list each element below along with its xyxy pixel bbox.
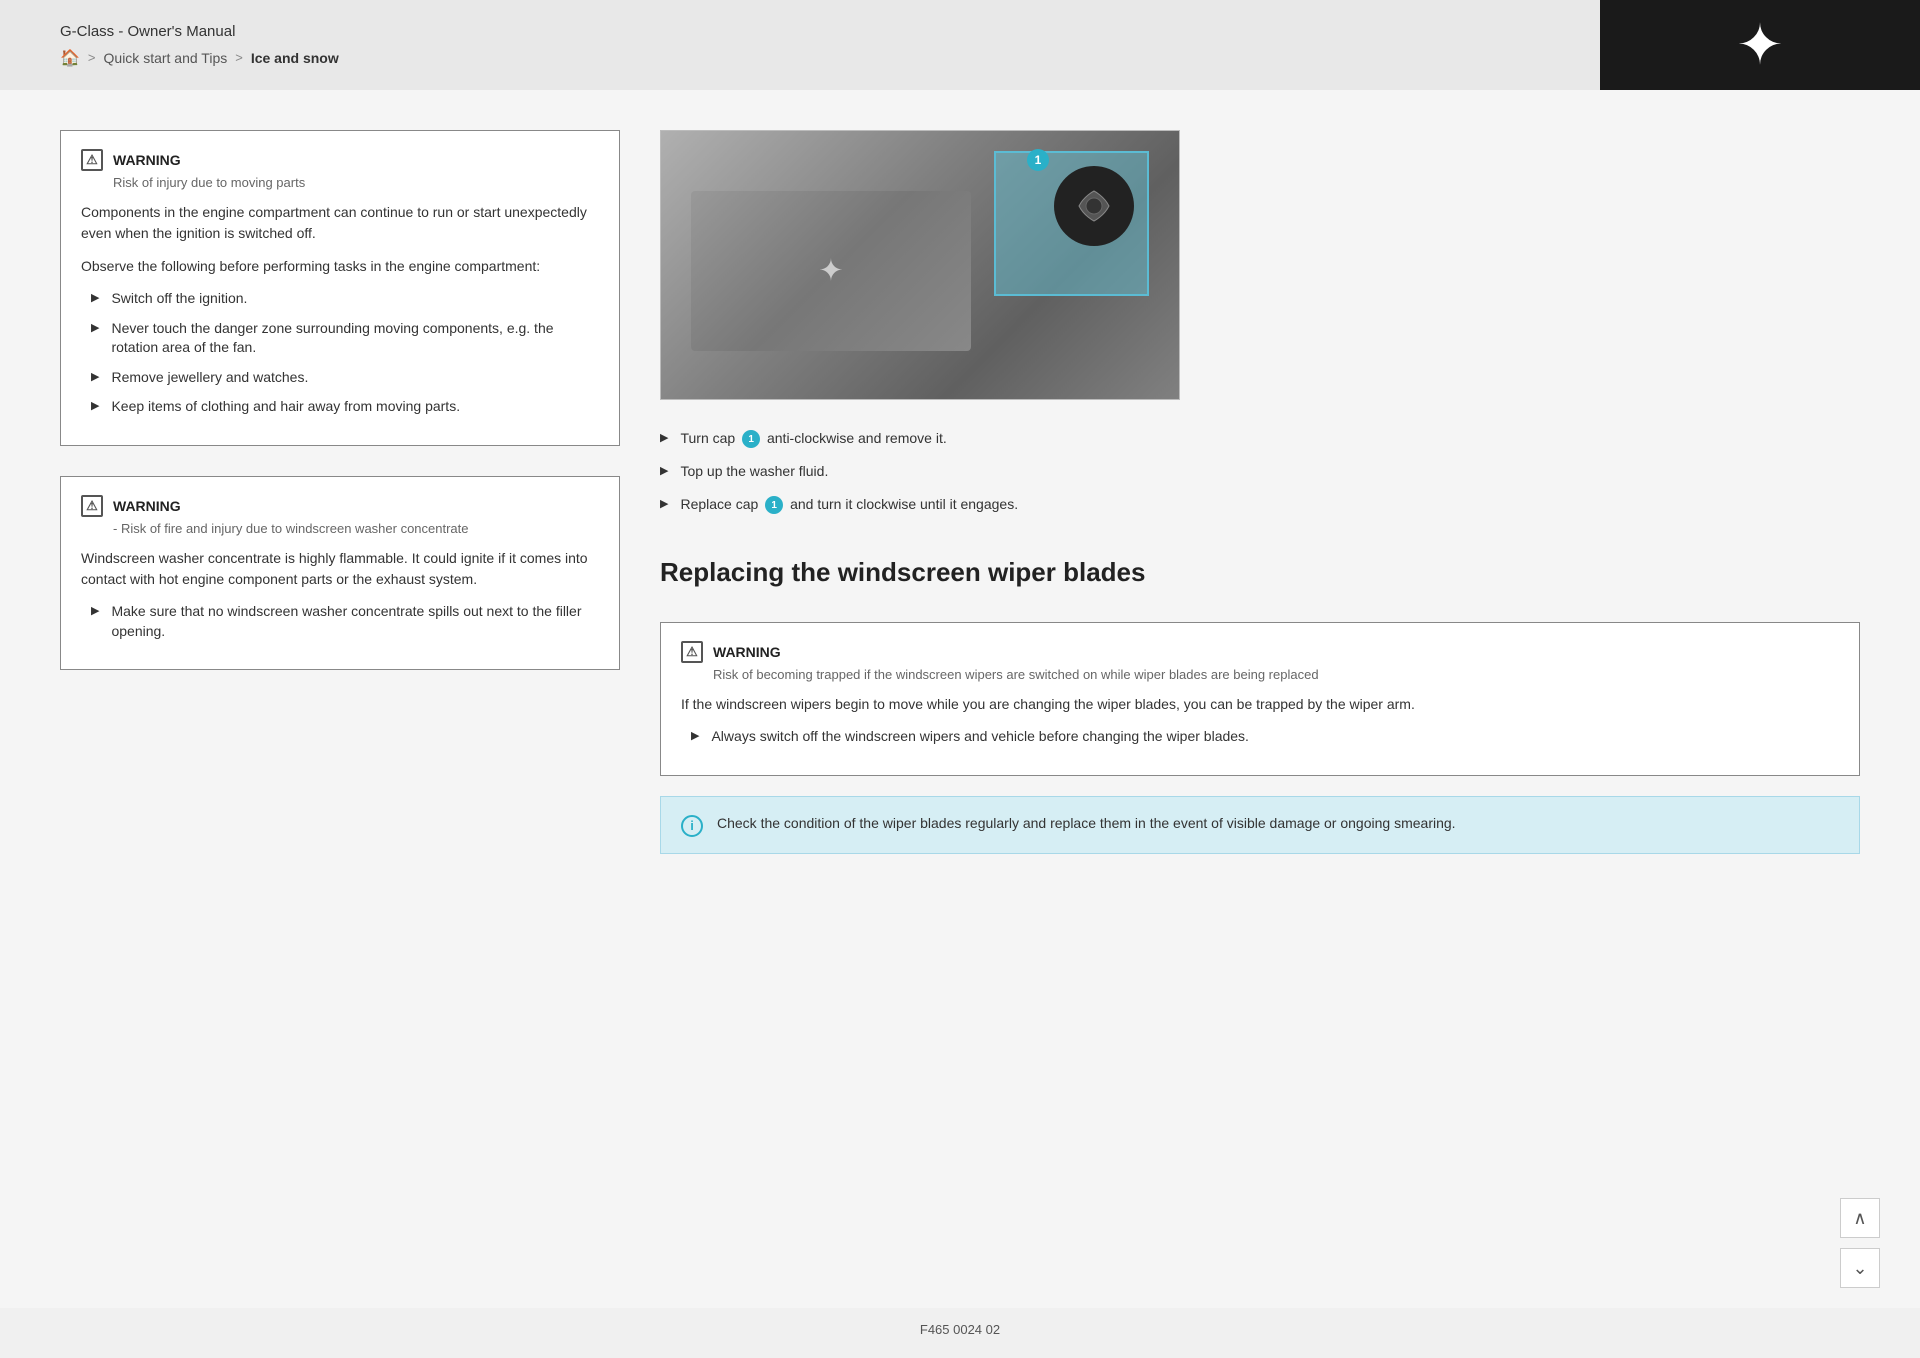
info-text: Check the condition of the wiper blades … xyxy=(717,813,1456,834)
left-column: ⚠ WARNING Risk of injury due to moving p… xyxy=(60,130,620,1268)
header-logo: ✦ xyxy=(1600,0,1920,90)
wiper-section-heading: Replacing the windscreen wiper blades xyxy=(660,557,1860,588)
list-item: ▶ Switch off the ignition. xyxy=(91,289,599,309)
engine-image: ✦ 1 xyxy=(660,130,1180,400)
cap-badge-1: 1 xyxy=(742,430,760,448)
footer-code: F465 0024 02 xyxy=(920,1322,1000,1337)
warning-icon-2: ⚠ xyxy=(81,495,103,517)
warning-header-2: ⚠ WARNING xyxy=(81,495,599,517)
info-box: i Check the condition of the wiper blade… xyxy=(660,796,1860,854)
breadcrumb-quick-start[interactable]: Quick start and Tips xyxy=(104,50,228,66)
manual-title: G-Class - Owner's Manual xyxy=(60,23,339,40)
wiper-warning-bullets: ▶ Always switch off the windscreen wiper… xyxy=(691,727,1839,747)
main-content: ⚠ WARNING Risk of injury due to moving p… xyxy=(0,90,1920,1308)
bullet-text: Switch off the ignition. xyxy=(111,289,247,309)
warning-title-1: WARNING xyxy=(113,152,181,168)
warning-box-2: ⚠ WARNING - Risk of fire and injury due … xyxy=(60,476,620,670)
list-item: ▶ Keep items of clothing and hair away f… xyxy=(91,397,599,417)
wiper-warning-body: If the windscreen wipers begin to move w… xyxy=(681,694,1839,715)
warning-bullets-1: ▶ Switch off the ignition. ▶ Never touch… xyxy=(91,289,599,417)
bullet-text: Remove jewellery and watches. xyxy=(111,368,308,388)
warning-subtitle-2: - Risk of fire and injury due to windscr… xyxy=(113,521,599,536)
list-item: ▶ Remove jewellery and watches. xyxy=(91,368,599,388)
engine-bg: ✦ 1 xyxy=(661,131,1179,399)
scroll-down-button[interactable]: ⌄ xyxy=(1840,1248,1880,1288)
bullet-arrow-icon: ▶ xyxy=(660,430,668,447)
bullet-arrow-icon: ▶ xyxy=(91,604,99,619)
step-item-2: ▶ Top up the washer fluid. xyxy=(660,461,1860,482)
wiper-warning-box: ⚠ WARNING Risk of becoming trapped if th… xyxy=(660,622,1860,776)
warning-header-1: ⚠ WARNING xyxy=(81,149,599,171)
bullet-text: Make sure that no windscreen washer conc… xyxy=(111,602,599,641)
list-item: ▶ Make sure that no windscreen washer co… xyxy=(91,602,599,641)
wiper-warning-title: WARNING xyxy=(713,644,781,660)
wiper-warning-header: ⚠ WARNING xyxy=(681,641,1839,663)
cap-circle xyxy=(1054,166,1134,246)
warning-subtitle-1: Risk of injury due to moving parts xyxy=(113,175,599,190)
warning-body-1: Components in the engine compartment can… xyxy=(81,202,599,244)
bullet-arrow-icon: ▶ xyxy=(660,463,668,480)
bullet-text: Always switch off the windscreen wipers … xyxy=(711,727,1248,747)
scroll-up-button[interactable]: ∧ xyxy=(1840,1198,1880,1238)
wiper-warning-icon: ⚠ xyxy=(681,641,703,663)
header: G-Class - Owner's Manual 🏠 > Quick start… xyxy=(0,0,1920,90)
footer: F465 0024 02 xyxy=(0,1308,1920,1351)
home-icon[interactable]: 🏠 xyxy=(60,48,80,68)
bullet-arrow-icon: ▶ xyxy=(660,496,668,513)
step-text-3: Replace cap 1 and turn it clockwise unti… xyxy=(680,494,1018,515)
bullet-arrow-icon: ▶ xyxy=(691,729,699,744)
breadcrumb-sep-2: > xyxy=(235,50,243,65)
bullet-arrow-icon: ▶ xyxy=(91,399,99,414)
cap-badge-2: 1 xyxy=(765,496,783,514)
bullet-text: Never touch the danger zone surrounding … xyxy=(111,319,599,358)
wiper-warning-subtitle: Risk of becoming trapped if the windscre… xyxy=(713,667,1839,682)
warning-bullets-2: ▶ Make sure that no windscreen washer co… xyxy=(91,602,599,641)
step-text-2: Top up the washer fluid. xyxy=(680,461,828,482)
engine-inner: ✦ xyxy=(691,191,971,351)
warning-icon-1: ⚠ xyxy=(81,149,103,171)
bullet-text: Keep items of clothing and hair away fro… xyxy=(111,397,460,417)
info-icon: i xyxy=(681,815,703,837)
cap-svg xyxy=(1074,186,1114,226)
list-item: ▶ Never touch the danger zone surroundin… xyxy=(91,319,599,358)
bullet-arrow-icon: ▶ xyxy=(91,291,99,306)
bullet-arrow-icon: ▶ xyxy=(91,321,99,336)
header-content: G-Class - Owner's Manual 🏠 > Quick start… xyxy=(60,23,339,68)
cap-number-badge: 1 xyxy=(1027,149,1049,171)
list-item: ▶ Always switch off the windscreen wiper… xyxy=(691,727,1839,747)
engine-star-icon: ✦ xyxy=(818,254,843,289)
warning-observe: Observe the following before performing … xyxy=(81,256,599,277)
step-text-1: Turn cap 1 anti-clockwise and remove it. xyxy=(680,428,946,449)
warning-title-2: WARNING xyxy=(113,498,181,514)
breadcrumb: 🏠 > Quick start and Tips > Ice and snow xyxy=(60,48,339,68)
warning-body-2: Windscreen washer concentrate is highly … xyxy=(81,548,599,590)
washer-steps: ▶ Turn cap 1 anti-clockwise and remove i… xyxy=(660,428,1860,527)
step-item-3: ▶ Replace cap 1 and turn it clockwise un… xyxy=(660,494,1860,515)
breadcrumb-current: Ice and snow xyxy=(251,50,339,66)
warning-box-1: ⚠ WARNING Risk of injury due to moving p… xyxy=(60,130,620,446)
breadcrumb-sep-1: > xyxy=(88,50,96,65)
bullet-arrow-icon: ▶ xyxy=(91,370,99,385)
step-item-1: ▶ Turn cap 1 anti-clockwise and remove i… xyxy=(660,428,1860,449)
right-column: ✦ 1 ▶ Turn cap 1 anti-cl xyxy=(660,130,1860,1268)
mercedes-star-icon: ✦ xyxy=(1737,12,1784,78)
